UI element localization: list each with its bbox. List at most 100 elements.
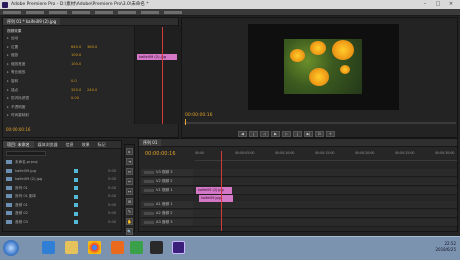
effect-property-row[interactable]: ▸ 缩放宽度 100.0 xyxy=(7,62,127,67)
mini-timeline-clip[interactable]: kaifei09 (2).jpg xyxy=(137,54,177,60)
effect-property-row[interactable]: ▸ 防闪烁滤镜 0.00 xyxy=(7,96,127,101)
property-value[interactable]: 320.0 xyxy=(71,88,81,93)
menu-item[interactable] xyxy=(164,11,182,14)
track-toggles[interactable] xyxy=(144,179,154,183)
tool-button[interactable]: ⇥ xyxy=(126,158,133,165)
program-playhead[interactable] xyxy=(185,119,186,125)
property-value-2[interactable]: 360.0 xyxy=(87,45,97,50)
effect-property-row[interactable]: ▸ 缩放 100.0 xyxy=(7,53,127,58)
playback-control-button[interactable]: ⊡ xyxy=(315,131,324,137)
tool-button[interactable]: ⇔ xyxy=(126,168,133,175)
project-item[interactable]: 音频 03 5:00 xyxy=(6,219,124,226)
tool-button[interactable]: ✂ xyxy=(126,178,133,185)
menu-item[interactable] xyxy=(49,11,67,14)
tool-button[interactable]: ✎ xyxy=(126,208,133,215)
timeline-track[interactable]: A3 音频 3 xyxy=(141,219,457,227)
premiere-taskbar-icon[interactable] xyxy=(172,241,185,254)
playback-control-button[interactable]: ◁ xyxy=(260,131,269,137)
menu-item[interactable] xyxy=(3,11,21,14)
menu-item[interactable] xyxy=(141,11,159,14)
media-player-icon[interactable] xyxy=(111,241,124,254)
window-controls: – □ × xyxy=(420,1,456,7)
track-header[interactable]: V2 视频 2 xyxy=(141,178,193,185)
tab-effect-controls[interactable]: 序列 01 * kaifei09 (2).jpg xyxy=(3,18,61,25)
project-item[interactable]: 未命名.prproj xyxy=(6,159,124,166)
playback-control-button[interactable]: | xyxy=(293,131,302,137)
timeline-clip[interactable]: kaifei09.jpg xyxy=(199,195,233,202)
property-value[interactable]: 100.0 xyxy=(71,62,81,67)
program-scrub-bar[interactable] xyxy=(184,122,456,124)
maximize-button[interactable]: □ xyxy=(433,1,443,7)
track-toggles[interactable] xyxy=(144,202,154,206)
minimize-button[interactable]: – xyxy=(420,1,430,7)
timeline-track[interactable]: V1 视频 1 xyxy=(141,187,457,195)
property-value[interactable]: 0.00 xyxy=(71,96,79,101)
property-value[interactable]: 0.0 xyxy=(71,79,77,84)
folder-icon[interactable] xyxy=(65,241,78,254)
property-value-2[interactable]: 240.0 xyxy=(87,88,97,93)
project-item[interactable]: kaifei09 (2).jpg 5:00 xyxy=(6,176,124,183)
property-value[interactable]: 100.0 xyxy=(71,53,81,58)
window-title: Adobe Premiere Pro - D:\素材\Adobe\Premier… xyxy=(11,2,149,7)
app-icon[interactable] xyxy=(150,241,163,254)
tool-button[interactable]: ▸ xyxy=(126,148,133,155)
menu-item[interactable] xyxy=(72,11,90,14)
ie-icon[interactable] xyxy=(42,241,55,254)
chrome-icon[interactable] xyxy=(88,241,101,254)
tab-sequence[interactable]: 序列 01 xyxy=(139,139,162,146)
start-button[interactable] xyxy=(3,240,19,256)
effect-property-row[interactable]: ▸ 位置 640.0 360.0 xyxy=(7,45,127,50)
track-header[interactable]: A1 音频 1 xyxy=(141,201,193,208)
menu-item[interactable] xyxy=(95,11,113,14)
tab-project-1[interactable]: 媒体浏览器 xyxy=(34,141,62,148)
track-header[interactable]: V1 视频 1 xyxy=(141,187,193,194)
effect-property-row[interactable]: ▸ 锚点 320.0 240.0 xyxy=(7,88,127,93)
timeline-clip[interactable]: kaifei09 (2).jpg xyxy=(196,187,232,194)
timeline-track[interactable]: A2 音频 2 xyxy=(141,210,457,218)
close-button[interactable]: × xyxy=(446,1,456,7)
playback-control-button[interactable]: ▶ xyxy=(271,131,280,137)
timeline-ruler[interactable]: 00:00 00:00:05:00 00:00:10:00 00:00:15:00 00… xyxy=(195,151,457,161)
timeline-playhead[interactable] xyxy=(221,151,222,231)
track-header[interactable]: V3 视频 3 xyxy=(141,169,193,176)
effect-property-row[interactable]: ▸ 运动 xyxy=(7,36,127,41)
tab-project-2[interactable]: 信息 xyxy=(62,141,78,148)
project-search[interactable] xyxy=(6,151,46,156)
project-item[interactable]: kaifei09.jpg 5:00 xyxy=(6,168,124,175)
track-toggles[interactable] xyxy=(144,220,154,224)
tool-button[interactable]: ↔ xyxy=(126,188,133,195)
playback-control-button[interactable]: ◀ xyxy=(238,131,247,137)
effect-property-row[interactable]: ▸ 旋转 0.0 xyxy=(7,79,127,84)
track-toggles[interactable] xyxy=(144,188,154,192)
tab-project-4[interactable]: 标记 xyxy=(94,141,110,148)
playback-control-button[interactable]: + xyxy=(326,131,335,137)
playback-control-button[interactable]: ▷ xyxy=(282,131,291,137)
tab-project-3[interactable]: 效果 xyxy=(78,141,94,148)
tool-button[interactable]: 🔍 xyxy=(126,228,133,235)
tool-button[interactable]: ✋ xyxy=(126,218,133,225)
tool-button[interactable]: ⊞ xyxy=(126,198,133,205)
effect-property-row[interactable]: ▸ 等比缩放 xyxy=(7,70,127,75)
effect-playhead[interactable] xyxy=(162,27,163,124)
timeline-track[interactable]: V2 视频 2 xyxy=(141,178,457,186)
menu-item[interactable] xyxy=(26,11,44,14)
track-toggles[interactable] xyxy=(144,211,154,215)
timeline-track[interactable]: A1 音频 1 xyxy=(141,201,457,209)
app-icon[interactable] xyxy=(130,241,143,254)
track-toggles[interactable] xyxy=(144,170,154,174)
project-item[interactable]: 音频 01 5:00 xyxy=(6,202,124,209)
track-header[interactable]: A2 音频 2 xyxy=(141,210,193,217)
playback-control-button[interactable]: | xyxy=(249,131,258,137)
timeline-track[interactable]: V3 视频 3 xyxy=(141,169,457,177)
playback-control-button[interactable]: ▶| xyxy=(304,131,313,137)
project-item[interactable]: 序列 01 副本 5:00 xyxy=(6,193,124,200)
menu-item[interactable] xyxy=(118,11,136,14)
project-item[interactable]: 音频 02 5:00 xyxy=(6,210,124,217)
system-tray-clock[interactable]: 22:52 2018/6/25 xyxy=(435,241,456,253)
project-item[interactable]: 序列 01 5:00 xyxy=(6,185,124,192)
effect-property-row[interactable]: ▸ 时间重映射 xyxy=(7,113,127,118)
effect-property-row[interactable]: ▸ 不透明度 xyxy=(7,105,127,110)
track-header[interactable]: A3 音频 3 xyxy=(141,219,193,226)
property-value[interactable]: 640.0 xyxy=(71,45,81,50)
tab-project-0[interactable]: 项目: 未命名 xyxy=(3,141,34,148)
